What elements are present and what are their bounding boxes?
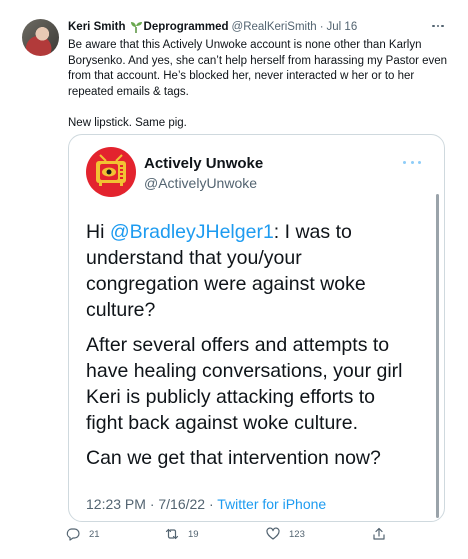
share-icon (373, 527, 385, 540)
share-button[interactable] (372, 527, 395, 541)
quoted-text-line: culture? (86, 299, 156, 321)
more-options-icon[interactable] (428, 19, 448, 33)
quoted-paragraph: Can we get that intervention now? (86, 445, 436, 471)
handle[interactable]: @RealKeriSmith (232, 21, 317, 33)
display-name[interactable]: Keri Smith (68, 21, 126, 33)
avatar[interactable] (22, 19, 59, 56)
quoted-source-link[interactable]: Twitter for iPhone (217, 496, 326, 512)
tweet-text-line: repeated emails & tags. (68, 85, 189, 98)
quoted-text-line: : I was to (273, 221, 352, 243)
tweet-text-line: Borysenko. And yes, she can’t help herse… (68, 54, 448, 67)
quoted-avatar[interactable] (86, 147, 136, 197)
tweet-date[interactable]: Jul 16 (327, 21, 358, 33)
retweet-count: 19 (188, 528, 199, 540)
quoted-text: Hi @BradleyJHelger1: I was to understand… (86, 219, 436, 480)
tweet-header: Keri Smith Deprogrammed @RealKeriSmith ·… (68, 19, 357, 35)
reply-button[interactable]: 21 (66, 527, 100, 541)
reply-icon (66, 528, 80, 541)
quoted-text-line: Keri is publicly attacking efforts to (86, 386, 376, 408)
quoted-text-line: congregation were against woke (86, 273, 366, 295)
reply-count: 21 (89, 528, 100, 540)
action-bar: 21 19 123 (0, 524, 468, 548)
quoted-handle[interactable]: @ActivelyUnwoke (144, 175, 257, 191)
tweet-text-line: from that account. He’s blocked her, nev… (68, 70, 415, 82)
name-suffix: Deprogrammed (143, 21, 229, 33)
quoted-tweet[interactable]: Actively Unwoke @ActivelyUnwoke Hi @Brad… (68, 134, 445, 522)
quoted-paragraph: After several offers and attempts to hav… (86, 332, 436, 436)
sprout-icon (130, 22, 142, 33)
tweet-text-line: New lipstick. Same pig. (68, 116, 187, 129)
tv-eye-logo-icon (96, 154, 126, 186)
like-count: 123 (289, 528, 305, 540)
quoted-text-line: understand that you/your (86, 247, 302, 269)
quoted-timestamp[interactable]: 12:23 PM · 7/16/22 · (86, 496, 217, 512)
like-button[interactable]: 123 (266, 527, 305, 541)
quoted-text-line: have healing conversations, your girl (86, 360, 403, 382)
tweet[interactable]: Keri Smith Deprogrammed @RealKeriSmith ·… (0, 0, 468, 559)
quoted-text-line: fight back against woke culture. (86, 412, 359, 434)
retweet-button[interactable]: 19 (165, 527, 199, 541)
quoted-more-options-icon[interactable] (403, 159, 421, 165)
heart-icon (266, 527, 280, 540)
separator: · (319, 21, 324, 33)
retweet-icon (165, 528, 179, 540)
mention-link[interactable]: @BradleyJHelger1 (110, 221, 274, 243)
scrollbar[interactable] (436, 194, 439, 518)
quoted-text-line: After several offers and attempts to (86, 334, 390, 356)
quoted-text-line: Hi (86, 221, 110, 243)
tweet-text-line: Be aware that this Actively Unwoke accou… (68, 39, 422, 51)
quoted-metadata: 12:23 PM · 7/16/22 · Twitter for iPhone (86, 496, 326, 512)
tweet-text: Be aware that this Actively Unwoke accou… (68, 38, 453, 131)
quoted-text-line: Can we get that intervention now? (86, 447, 381, 469)
quoted-display-name[interactable]: Actively Unwoke (144, 155, 263, 172)
quoted-paragraph: Hi @BradleyJHelger1: I was to understand… (86, 219, 436, 323)
